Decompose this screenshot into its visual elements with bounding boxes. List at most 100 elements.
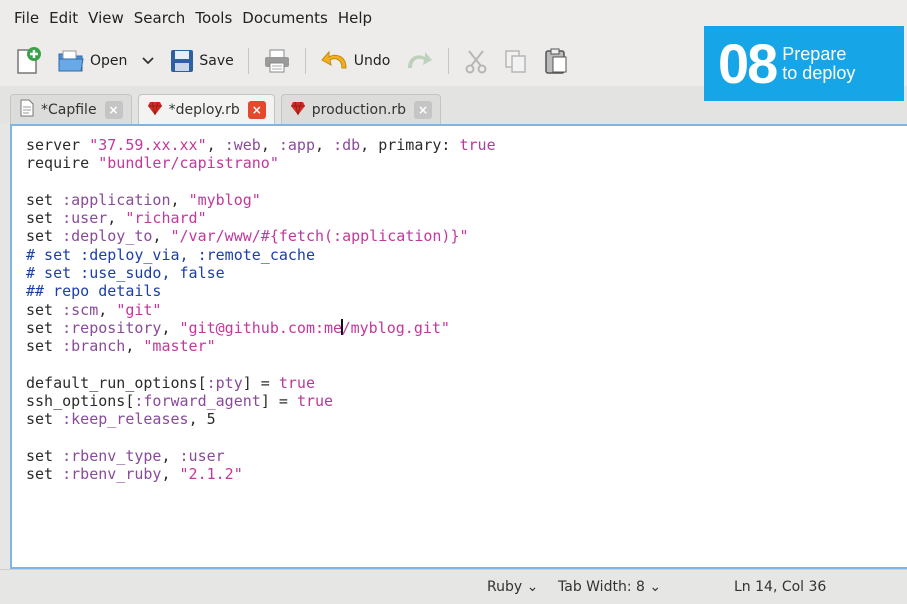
tab-production-rb[interactable]: production.rb × <box>280 94 442 124</box>
paste-button[interactable] <box>543 47 569 75</box>
toolbar-separator <box>247 48 249 74</box>
code-token: , <box>107 209 126 228</box>
menu-edit[interactable]: Edit <box>49 9 78 27</box>
menu-help[interactable]: Help <box>338 9 372 27</box>
code-line: # set :deploy_via, :remote_cache <box>26 246 907 264</box>
redo-button[interactable] <box>404 48 434 74</box>
undo-label: Undo <box>353 53 391 69</box>
new-document-button[interactable] <box>14 46 42 76</box>
step-badge: 08 Prepare to deploy <box>704 26 904 101</box>
code-token: :keep_releases <box>62 410 189 429</box>
print-button[interactable] <box>263 48 291 74</box>
code-token: "37.59.xx.xx" <box>89 136 207 154</box>
code-token: :repository <box>62 318 162 337</box>
close-icon[interactable]: × <box>104 100 123 119</box>
code-token: , <box>260 136 279 154</box>
code-line: require "bundler/capistrano" <box>26 154 907 172</box>
code-line: # set :use_sudo, false <box>26 264 907 282</box>
tab-label: production.rb <box>311 101 407 118</box>
tab-capfile[interactable]: *Capfile × <box>10 94 132 124</box>
code-token: :db <box>333 136 361 154</box>
code-line: default_run_options[:pty] = true <box>26 374 907 392</box>
code-line: set :repository, "git@github.com:me/mybl… <box>26 318 907 337</box>
code-token: :deploy_to <box>62 227 153 246</box>
code-line: set :scm, "git" <box>26 301 907 319</box>
menu-view[interactable]: View <box>88 9 124 27</box>
close-icon[interactable]: × <box>414 100 433 119</box>
menu-file[interactable]: File <box>14 9 39 27</box>
tab-deploy-rb[interactable]: *deploy.rb × <box>137 94 275 124</box>
code-token: set <box>26 447 63 466</box>
save-icon <box>169 48 195 74</box>
code-token: , <box>206 136 225 154</box>
undo-button[interactable]: Undo <box>320 48 391 74</box>
code-token: , <box>161 318 180 337</box>
code-token: default_run_options[ <box>26 373 207 392</box>
menu-documents[interactable]: Documents <box>242 9 328 27</box>
scissors-icon <box>463 48 489 74</box>
chevron-down-icon: ⌄ <box>526 579 539 595</box>
step-title: Prepare to deploy <box>782 43 855 83</box>
code-token: set <box>26 337 63 356</box>
code-token: :pty <box>206 373 243 392</box>
save-label: Save <box>199 53 234 69</box>
code-token: ] = <box>242 373 279 392</box>
code-token: set <box>26 465 63 484</box>
new-document-icon <box>14 46 42 76</box>
copy-button[interactable] <box>503 48 529 74</box>
code-line: set :application, "myblog" <box>26 191 907 209</box>
open-button[interactable]: Open <box>56 47 127 75</box>
code-token: "richard" <box>125 209 207 228</box>
code-token: :branch <box>62 337 126 356</box>
ruby-file-icon <box>290 100 306 120</box>
text-file-icon <box>19 99 35 121</box>
code-token: :application <box>62 190 171 209</box>
code-token: set <box>26 190 63 209</box>
code-token: "master" <box>143 337 216 356</box>
redo-icon <box>404 48 434 74</box>
close-icon[interactable]: × <box>247 100 266 119</box>
code-token: set <box>26 318 63 337</box>
code-token: "/var/www/#{fetch(:application)}" <box>170 227 469 246</box>
step-title-line: Prepare <box>782 43 847 64</box>
code-line: ssh_options[:forward_agent] = true <box>26 392 907 410</box>
code-token: "myblog" <box>188 190 261 209</box>
status-bar: Ruby ⌄ Tab Width: 8 ⌄ Ln 14, Col 36 <box>0 569 907 604</box>
code-line: set :branch, "master" <box>26 337 907 355</box>
code-line: set :rbenv_type, :user <box>26 447 907 465</box>
printer-icon <box>263 48 291 74</box>
code-token: # set :deploy_via, :remote_cache <box>26 245 315 264</box>
chevron-down-icon <box>141 56 155 66</box>
code-token: "git" <box>116 300 162 319</box>
chevron-down-icon: ⌄ <box>649 579 662 595</box>
menu-tools[interactable]: Tools <box>195 9 232 27</box>
undo-icon <box>320 48 350 74</box>
code-token: true <box>278 373 315 392</box>
code-line: ## repo details <box>26 282 907 300</box>
language-selector[interactable]: Ruby ⌄ <box>487 579 538 595</box>
save-button[interactable]: Save <box>169 48 234 74</box>
open-recent-dropdown[interactable] <box>141 56 155 66</box>
code-line: set :user, "richard" <box>26 209 907 227</box>
code-token: /myblog.git" <box>341 318 450 337</box>
code-token: set <box>26 227 63 246</box>
code-token: "bundler/capistrano" <box>98 154 279 173</box>
code-token: , <box>161 447 180 466</box>
code-token: require <box>26 154 99 173</box>
code-token: :user <box>62 209 108 228</box>
tab-width-selector[interactable]: Tab Width: 8 ⌄ <box>558 579 661 595</box>
cursor-position: Ln 14, Col 36 <box>734 579 827 595</box>
code-token: , 5 <box>188 410 216 429</box>
code-token: :scm <box>62 300 99 319</box>
tab-label: *deploy.rb <box>168 101 240 118</box>
cut-button[interactable] <box>463 48 489 74</box>
code-token: , <box>125 337 144 356</box>
code-editor[interactable]: server "37.59.xx.xx", :web, :app, :db, p… <box>10 124 907 569</box>
menu-search[interactable]: Search <box>134 9 186 27</box>
toolbar-separator <box>448 48 450 74</box>
code-token: :rbenv_ruby <box>62 465 162 484</box>
code-token: , <box>315 136 334 154</box>
tab-label: *Capfile <box>41 101 97 118</box>
